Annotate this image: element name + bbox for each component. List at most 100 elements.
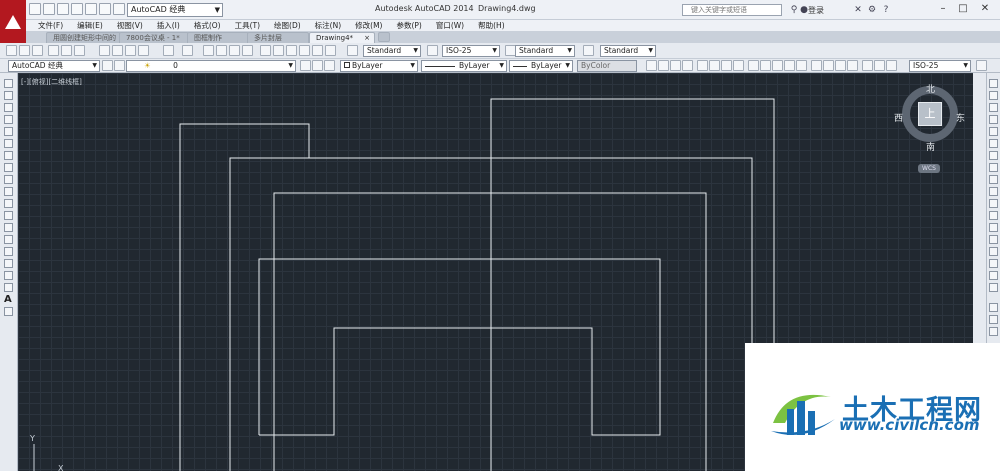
zoom-realtime-icon[interactable] — [216, 45, 227, 56]
trim-icon[interactable] — [989, 187, 998, 196]
polyline-icon[interactable] — [4, 103, 13, 112]
compass-east[interactable]: 东 — [956, 111, 965, 124]
rotate-icon[interactable] — [989, 151, 998, 160]
zoom-previous-icon[interactable] — [242, 45, 253, 56]
layer-select[interactable]: ☀ 0 ▼ — [126, 60, 296, 72]
revision-cloud-icon[interactable] — [4, 163, 13, 172]
region-icon[interactable] — [4, 271, 13, 280]
break-icon[interactable] — [989, 223, 998, 232]
paste-icon[interactable] — [125, 45, 136, 56]
multiline-text-icon[interactable]: A — [4, 295, 13, 305]
tab-doc-1[interactable]: 用圆创建矩形中间的描边矩形 — [46, 32, 121, 52]
menu-edit[interactable]: 编辑(E) — [70, 20, 110, 31]
blend-icon[interactable] — [989, 271, 998, 280]
application-menu-button[interactable] — [0, 0, 26, 44]
scale-icon[interactable] — [989, 163, 998, 172]
menu-window[interactable]: 窗口(W) — [429, 20, 471, 31]
menu-modify[interactable]: 修改(M) — [348, 20, 389, 31]
stretch-icon[interactable] — [989, 175, 998, 184]
dim-break-icon[interactable] — [796, 60, 807, 71]
workspace-settings-icon[interactable] — [102, 60, 113, 71]
sheet-set-icon[interactable] — [299, 45, 310, 56]
viewcube[interactable]: 上 北 南 东 西 WCS — [894, 78, 968, 178]
tab-doc-2[interactable]: 7800会议桌 - 1* — [119, 32, 189, 43]
open-icon[interactable] — [19, 45, 30, 56]
continue-dim-icon[interactable] — [772, 60, 783, 71]
diameter-dim-icon[interactable] — [721, 60, 732, 71]
text-style-select[interactable]: Standard ▼ — [363, 45, 421, 57]
compass-west[interactable]: 西 — [894, 111, 903, 124]
workspace-combo[interactable]: AutoCAD 经典 ▼ — [8, 60, 100, 72]
tool-palettes-icon[interactable] — [286, 45, 297, 56]
table-icon[interactable] — [4, 283, 13, 292]
polygon-icon[interactable] — [4, 115, 13, 124]
save-icon[interactable] — [32, 45, 43, 56]
linear-dim-icon[interactable] — [646, 60, 657, 71]
send-to-back-icon[interactable] — [989, 327, 998, 336]
quickcalc-icon[interactable] — [325, 45, 336, 56]
layer-properties-icon[interactable] — [114, 60, 125, 71]
save-as-icon[interactable] — [71, 3, 83, 15]
menu-insert[interactable]: 插入(I) — [150, 20, 187, 31]
mirror-icon[interactable] — [989, 103, 998, 112]
help-icon[interactable]: ? — [880, 4, 892, 16]
undo-icon[interactable] — [99, 3, 111, 15]
multileader-style-icon[interactable] — [583, 45, 594, 56]
close-icon[interactable]: × — [364, 33, 370, 43]
table-style-select[interactable]: Standard ▼ — [515, 45, 575, 57]
dim-style-select-2[interactable]: ISO-25 ▼ — [909, 60, 971, 72]
minimize-icon[interactable]: – — [936, 3, 950, 15]
array-icon[interactable] — [989, 127, 998, 136]
baseline-dim-icon[interactable] — [760, 60, 771, 71]
menu-view[interactable]: 视图(V) — [110, 20, 150, 31]
dim-text-edit-icon[interactable] — [874, 60, 885, 71]
workspace-select[interactable]: AutoCAD 经典 ▼ — [127, 3, 223, 17]
ellipse-arc-icon[interactable] — [4, 199, 13, 208]
construction-line-icon[interactable] — [4, 91, 13, 100]
linetype-select[interactable]: ByLayer ▼ — [421, 60, 507, 72]
pan-icon[interactable] — [203, 45, 214, 56]
ordinate-dim-icon[interactable] — [682, 60, 693, 71]
hatch-icon[interactable] — [4, 247, 13, 256]
print-icon[interactable] — [48, 45, 59, 56]
bring-to-front-icon[interactable] — [989, 315, 998, 324]
exchange-icon[interactable]: ✕ — [852, 4, 864, 16]
tab-drawing4[interactable]: Drawing4* × — [309, 32, 375, 43]
lineweight-select[interactable]: ByLayer ▼ — [509, 60, 573, 72]
search-input[interactable]: 键入关键字或短语 — [682, 4, 782, 16]
compass-south[interactable]: 南 — [926, 140, 935, 153]
inspection-icon[interactable] — [835, 60, 846, 71]
jogged-dim-icon[interactable] — [709, 60, 720, 71]
menu-tools[interactable]: 工具(T) — [228, 20, 267, 31]
menu-dimension[interactable]: 标注(N) — [308, 20, 348, 31]
move-icon[interactable] — [989, 139, 998, 148]
dim-style-icon[interactable] — [427, 45, 438, 56]
preview-icon[interactable] — [61, 45, 72, 56]
make-current-layer-icon[interactable] — [300, 60, 311, 71]
redo-icon[interactable] — [113, 3, 125, 15]
chamfer-icon[interactable] — [989, 247, 998, 256]
menu-file[interactable]: 文件(F) — [31, 20, 70, 31]
zoom-window-icon[interactable] — [229, 45, 240, 56]
tab-doc-3[interactable]: 图框制作 — [187, 32, 249, 43]
undo-icon[interactable] — [163, 45, 174, 56]
arc-length-icon[interactable] — [670, 60, 681, 71]
extend-icon[interactable] — [989, 199, 998, 208]
layer-state-icon[interactable] — [324, 60, 335, 71]
dim-style-select[interactable]: ISO-25 ▼ — [442, 45, 500, 57]
new-icon[interactable] — [6, 45, 17, 56]
insert-block-icon[interactable] — [4, 211, 13, 220]
ellipse-icon[interactable] — [4, 187, 13, 196]
menu-format[interactable]: 格式(O) — [187, 20, 228, 31]
tab-doc-4[interactable]: 多片封层 — [247, 32, 309, 43]
tolerance-icon[interactable] — [811, 60, 822, 71]
dim-edit-icon[interactable] — [862, 60, 873, 71]
gradient-icon[interactable] — [4, 259, 13, 268]
join-icon[interactable] — [989, 235, 998, 244]
multileader-style-select[interactable]: Standard ▼ — [600, 45, 656, 57]
angular-dim-icon[interactable] — [733, 60, 744, 71]
draw-order-icon[interactable] — [989, 303, 998, 312]
print-icon[interactable] — [85, 3, 97, 15]
close-icon[interactable]: ✕ — [978, 3, 992, 15]
rectangle-icon[interactable] — [4, 127, 13, 136]
